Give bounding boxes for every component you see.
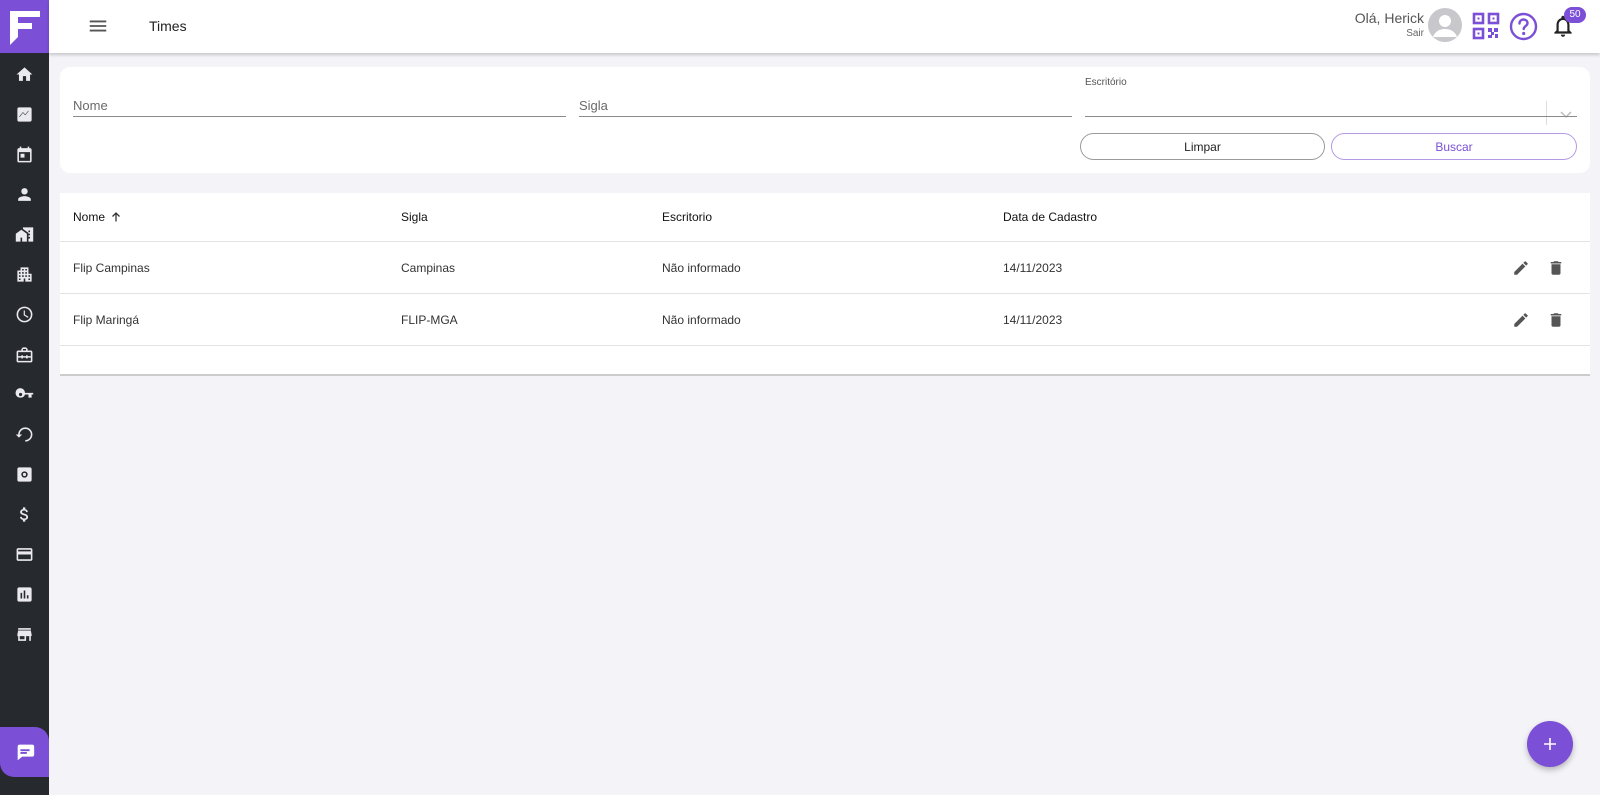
nome-underline bbox=[73, 116, 566, 117]
cell-data-cadastro: 14/11/2023 bbox=[1003, 260, 1063, 275]
avatar[interactable] bbox=[1428, 8, 1462, 42]
sidebar-item-business[interactable] bbox=[0, 334, 49, 374]
nome-filter bbox=[73, 85, 566, 117]
sidebar-item-payments[interactable] bbox=[0, 534, 49, 574]
dollar-icon bbox=[20, 506, 29, 522]
edit-button[interactable] bbox=[1512, 311, 1530, 329]
top-header: Times Olá, Herick Sair 50 bbox=[49, 0, 1600, 53]
page-title: Times bbox=[149, 18, 187, 34]
restore-icon bbox=[15, 426, 33, 442]
column-header-data-cadastro[interactable]: Data de Cadastro bbox=[1003, 193, 1097, 241]
calendar-icon bbox=[17, 146, 32, 162]
help-button[interactable] bbox=[1509, 12, 1538, 41]
sigla-underline bbox=[579, 116, 1072, 117]
sigla-input[interactable] bbox=[579, 98, 1072, 113]
sidebar-item-properties[interactable] bbox=[0, 214, 49, 254]
clear-button[interactable]: Limpar bbox=[1080, 133, 1325, 160]
column-label-nome: Nome bbox=[73, 210, 106, 224]
table-header-row: Nome Sigla Escritorio Data de Cadastro bbox=[60, 193, 1590, 242]
logout-link[interactable]: Sair bbox=[1355, 28, 1424, 39]
sidebar bbox=[0, 0, 49, 795]
trash-icon bbox=[1550, 261, 1562, 275]
sidebar-item-keys[interactable] bbox=[0, 374, 49, 414]
user-avatar-icon bbox=[1433, 15, 1457, 37]
person-icon bbox=[18, 187, 31, 201]
trash-icon bbox=[1550, 313, 1562, 327]
key-icon bbox=[15, 387, 34, 398]
chart-line-icon bbox=[17, 106, 32, 122]
pencil-icon bbox=[1514, 313, 1528, 327]
user-greeting: Olá, Herick Sair bbox=[1355, 10, 1424, 39]
sidebar-item-dashboard[interactable] bbox=[0, 94, 49, 134]
notification-count-badge: 50 bbox=[1564, 7, 1586, 23]
column-header-sigla[interactable]: Sigla bbox=[401, 193, 428, 241]
bar-report-icon bbox=[17, 586, 32, 602]
sidebar-item-users[interactable] bbox=[0, 174, 49, 214]
sigla-filter bbox=[579, 85, 1072, 117]
column-header-escritorio[interactable]: Escritorio bbox=[662, 193, 712, 241]
cell-data-cadastro: 14/11/2023 bbox=[1003, 312, 1063, 327]
help-circle-icon bbox=[1509, 12, 1538, 41]
store-icon bbox=[17, 627, 32, 641]
chat-icon bbox=[17, 744, 34, 761]
delete-button[interactable] bbox=[1547, 259, 1565, 277]
chat-button[interactable] bbox=[0, 727, 49, 777]
sidebar-item-history[interactable] bbox=[0, 294, 49, 334]
sidebar-item-finance[interactable] bbox=[0, 494, 49, 534]
escritorio-value[interactable] bbox=[1085, 98, 1577, 113]
cell-nome: Flip Maringá bbox=[73, 312, 140, 327]
cell-escritorio: Não informado bbox=[662, 260, 741, 275]
sidebar-item-settings[interactable] bbox=[0, 454, 49, 494]
settings-box-icon bbox=[17, 466, 32, 482]
cell-escritorio: Não informado bbox=[662, 312, 741, 327]
column-header-nome[interactable]: Nome bbox=[73, 193, 122, 241]
sidebar-item-restore[interactable] bbox=[0, 414, 49, 454]
buildings-icon bbox=[15, 226, 34, 242]
sidebar-item-reports[interactable] bbox=[0, 574, 49, 614]
escritorio-underline bbox=[1085, 116, 1577, 117]
qr-code-button[interactable] bbox=[1472, 12, 1500, 40]
credit-card-icon bbox=[16, 547, 33, 561]
table-row: Flip Maringá FLIP-MGA Não informado 14/1… bbox=[60, 294, 1590, 346]
plus-icon bbox=[1544, 738, 1556, 750]
sort-arrow-up-icon[interactable] bbox=[110, 211, 122, 223]
sidebar-item-apartments[interactable] bbox=[0, 254, 49, 294]
brand-logo[interactable] bbox=[0, 0, 49, 53]
sidebar-item-calendar[interactable] bbox=[0, 134, 49, 174]
qr-code-icon bbox=[1472, 12, 1500, 40]
sidebar-item-home[interactable] bbox=[0, 54, 49, 94]
hamburger-icon bbox=[89, 20, 107, 32]
search-button[interactable]: Buscar bbox=[1331, 133, 1577, 160]
sidebar-item-store[interactable] bbox=[0, 614, 49, 654]
table-row: Flip Campinas Campinas Não informado 14/… bbox=[60, 242, 1590, 294]
select-divider bbox=[1546, 101, 1547, 125]
menu-toggle-button[interactable] bbox=[87, 15, 109, 37]
clock-icon bbox=[16, 306, 33, 322]
teams-table: Nome Sigla Escritorio Data de Cadastro F… bbox=[60, 193, 1590, 376]
flip-logo-icon bbox=[9, 10, 40, 45]
chevron-down-icon[interactable] bbox=[1559, 107, 1573, 121]
pencil-icon bbox=[1514, 261, 1528, 275]
edit-button[interactable] bbox=[1512, 259, 1530, 277]
cell-nome: Flip Campinas bbox=[73, 260, 150, 275]
add-team-button[interactable] bbox=[1527, 721, 1573, 767]
filter-panel: Escritório Limpar Buscar bbox=[60, 67, 1590, 173]
cell-sigla: Campinas bbox=[401, 260, 456, 275]
nome-input[interactable] bbox=[73, 98, 566, 113]
apartment-icon bbox=[17, 266, 32, 282]
greeting-text: Olá, Herick bbox=[1354, 10, 1424, 26]
escritorio-select[interactable]: Escritório bbox=[1085, 77, 1577, 125]
home-icon bbox=[16, 66, 33, 81]
delete-button[interactable] bbox=[1547, 311, 1565, 329]
briefcase-icon bbox=[16, 346, 33, 362]
escritorio-label: Escritório bbox=[1085, 77, 1127, 88]
cell-sigla: FLIP-MGA bbox=[401, 312, 458, 327]
